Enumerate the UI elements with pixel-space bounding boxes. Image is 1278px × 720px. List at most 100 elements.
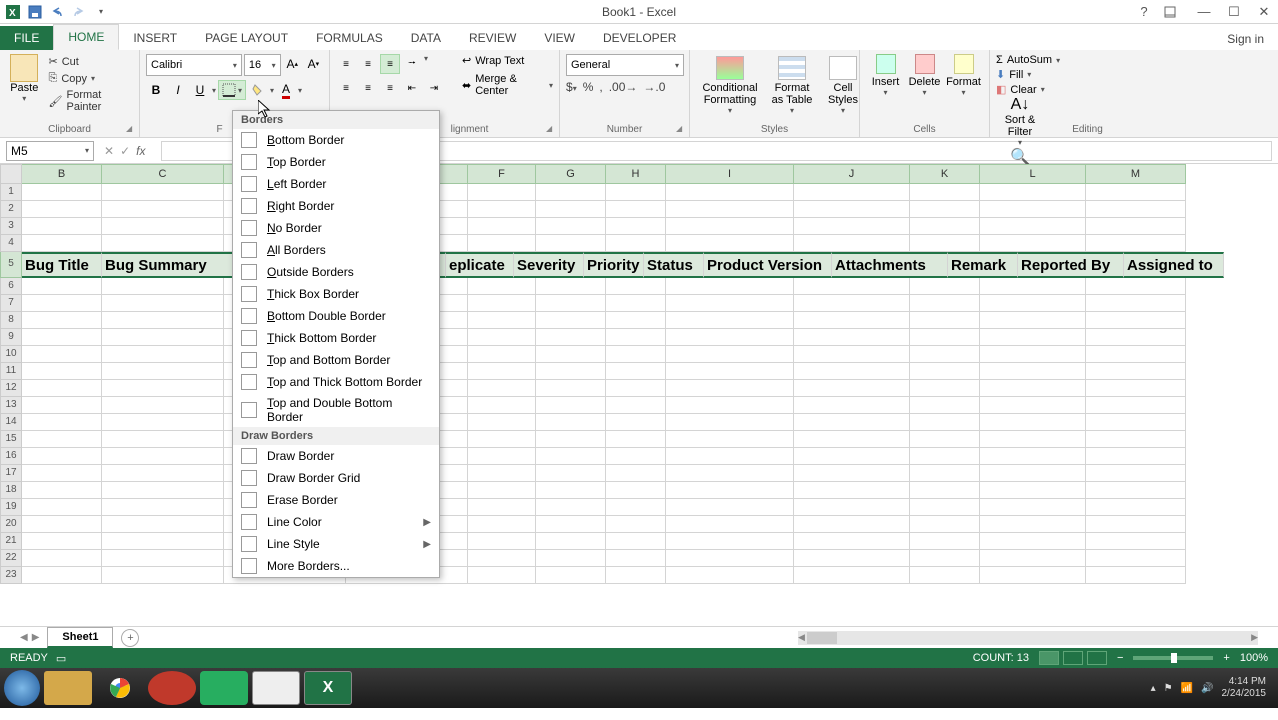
cell-J4[interactable] xyxy=(794,235,910,252)
enter-formula-icon[interactable]: ✓ xyxy=(120,144,130,158)
cell-F13[interactable] xyxy=(468,397,536,414)
cell-L13[interactable] xyxy=(980,397,1086,414)
cell-J23[interactable] xyxy=(794,567,910,584)
increase-indent-icon[interactable]: ⇥ xyxy=(424,78,444,98)
cell-C20[interactable] xyxy=(102,516,224,533)
tab-page-layout[interactable]: PAGE LAYOUT xyxy=(191,26,302,50)
cell-K18[interactable] xyxy=(910,482,980,499)
cell-M23[interactable] xyxy=(1086,567,1186,584)
cell-F20[interactable] xyxy=(468,516,536,533)
cell-K2[interactable] xyxy=(910,201,980,218)
cell-B4[interactable] xyxy=(22,235,102,252)
cell-J11[interactable] xyxy=(794,363,910,380)
minimize-icon[interactable]: — xyxy=(1194,4,1214,19)
cell-L22[interactable] xyxy=(980,550,1086,567)
decrease-decimal-icon[interactable]: →.0 xyxy=(643,80,665,94)
cell-H13[interactable] xyxy=(606,397,666,414)
border-option-top-and-bottom-border[interactable]: Top and Bottom Border xyxy=(233,349,439,371)
cell-C15[interactable] xyxy=(102,431,224,448)
cell-J5[interactable]: Product Version xyxy=(704,252,832,278)
cell-G8[interactable] xyxy=(536,312,606,329)
font-size-select[interactable]: 16▾ xyxy=(244,54,281,76)
cell-C3[interactable] xyxy=(102,218,224,235)
column-header-G[interactable]: G xyxy=(536,164,606,184)
taskbar-explorer-icon[interactable] xyxy=(44,671,92,705)
spreadsheet-grid[interactable]: BCDEFGHIJKLM 123456789101112131415161718… xyxy=(0,164,1278,626)
cell-F23[interactable] xyxy=(468,567,536,584)
cell-F2[interactable] xyxy=(468,201,536,218)
cell-I14[interactable] xyxy=(666,414,794,431)
add-sheet-button[interactable]: + xyxy=(121,629,139,647)
cell-H22[interactable] xyxy=(606,550,666,567)
taskbar-chrome-icon[interactable] xyxy=(96,671,144,705)
zoom-in-icon[interactable]: + xyxy=(1223,652,1229,664)
row-header-23[interactable]: 23 xyxy=(0,567,22,584)
cell-B11[interactable] xyxy=(22,363,102,380)
cell-B8[interactable] xyxy=(22,312,102,329)
row-header-13[interactable]: 13 xyxy=(0,397,22,414)
cell-B21[interactable] xyxy=(22,533,102,550)
row-header-4[interactable]: 4 xyxy=(0,235,22,252)
cell-J18[interactable] xyxy=(794,482,910,499)
cell-C13[interactable] xyxy=(102,397,224,414)
cell-F14[interactable] xyxy=(468,414,536,431)
taskbar-clock[interactable]: 4:14 PM 2/24/2015 xyxy=(1222,676,1267,700)
column-header-L[interactable]: L xyxy=(980,164,1086,184)
cell-M7[interactable] xyxy=(1086,295,1186,312)
zoom-level[interactable]: 100% xyxy=(1240,652,1268,664)
cell-K3[interactable] xyxy=(910,218,980,235)
row-header-2[interactable]: 2 xyxy=(0,201,22,218)
tab-data[interactable]: DATA xyxy=(397,26,455,50)
cell-L7[interactable] xyxy=(980,295,1086,312)
cell-B19[interactable] xyxy=(22,499,102,516)
tray-network-icon[interactable]: 📶 xyxy=(1181,683,1193,694)
merge-center-button[interactable]: ⬌Merge & Center▾ xyxy=(462,73,553,97)
cell-B17[interactable] xyxy=(22,465,102,482)
cell-B7[interactable] xyxy=(22,295,102,312)
cell-H19[interactable] xyxy=(606,499,666,516)
row-header-7[interactable]: 7 xyxy=(0,295,22,312)
border-option-top-border[interactable]: Top Border xyxy=(233,151,439,173)
cell-B14[interactable] xyxy=(22,414,102,431)
cell-K19[interactable] xyxy=(910,499,980,516)
cell-F19[interactable] xyxy=(468,499,536,516)
cell-G10[interactable] xyxy=(536,346,606,363)
column-header-K[interactable]: K xyxy=(910,164,980,184)
page-break-view-icon[interactable] xyxy=(1087,651,1107,665)
cell-K15[interactable] xyxy=(910,431,980,448)
cell-I17[interactable] xyxy=(666,465,794,482)
cell-C2[interactable] xyxy=(102,201,224,218)
underline-dropdown-icon[interactable]: ▾ xyxy=(212,86,216,95)
zoom-slider[interactable] xyxy=(1133,656,1213,660)
column-header-H[interactable]: H xyxy=(606,164,666,184)
row-header-5[interactable]: 5 xyxy=(0,252,22,278)
cell-J2[interactable] xyxy=(794,201,910,218)
zoom-out-icon[interactable]: − xyxy=(1117,652,1123,664)
cell-K9[interactable] xyxy=(910,329,980,346)
column-header-J[interactable]: J xyxy=(794,164,910,184)
cell-K7[interactable] xyxy=(910,295,980,312)
cell-B23[interactable] xyxy=(22,567,102,584)
border-option-top-and-thick-bottom-border[interactable]: Top and Thick Bottom Border xyxy=(233,371,439,393)
border-option-bottom-double-border[interactable]: Bottom Double Border xyxy=(233,305,439,327)
cell-J7[interactable] xyxy=(794,295,910,312)
start-button[interactable] xyxy=(4,670,40,706)
borders-button[interactable]: ▾ xyxy=(218,80,246,100)
cell-B2[interactable] xyxy=(22,201,102,218)
cell-B15[interactable] xyxy=(22,431,102,448)
help-icon[interactable]: ? xyxy=(1134,4,1154,19)
cell-J12[interactable] xyxy=(794,380,910,397)
row-header-3[interactable]: 3 xyxy=(0,218,22,235)
cell-I5[interactable]: Status xyxy=(644,252,704,278)
font-color-button[interactable]: A xyxy=(276,80,296,100)
cell-I4[interactable] xyxy=(666,235,794,252)
cell-F12[interactable] xyxy=(468,380,536,397)
cell-C17[interactable] xyxy=(102,465,224,482)
cell-F6[interactable] xyxy=(468,278,536,295)
cell-M8[interactable] xyxy=(1086,312,1186,329)
cell-B22[interactable] xyxy=(22,550,102,567)
orientation-icon[interactable]: ⭬ xyxy=(402,54,422,74)
row-header-15[interactable]: 15 xyxy=(0,431,22,448)
row-header-19[interactable]: 19 xyxy=(0,499,22,516)
increase-font-icon[interactable]: A▴ xyxy=(283,54,302,74)
